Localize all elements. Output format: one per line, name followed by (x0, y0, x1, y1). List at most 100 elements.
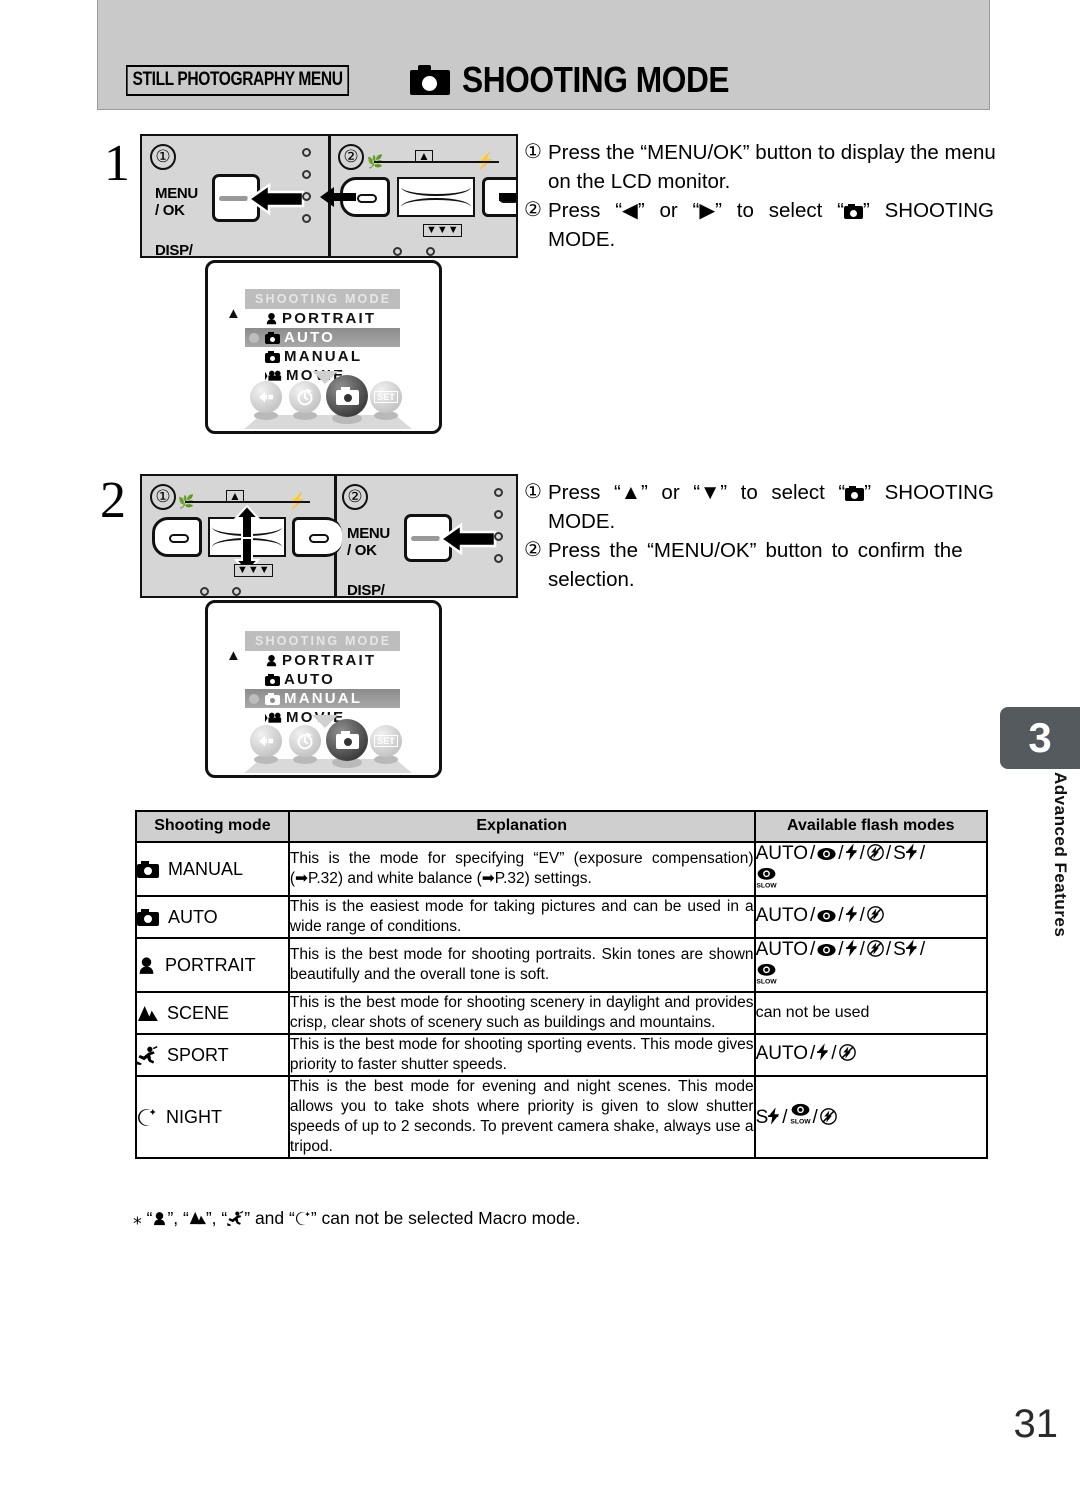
redeye-icon (817, 907, 836, 929)
footnote-text: can not be selected Macro mode. (321, 1208, 581, 1228)
shooting-mode-table: Shooting mode Explanation Available flas… (135, 810, 989, 1159)
page-number: 31 (1013, 1402, 1059, 1446)
left-arrow-indicator-step1 (247, 182, 305, 216)
lcd-up-arrow-step2: ▲ (226, 647, 241, 664)
mode-label: AUTO (168, 906, 218, 927)
right-select-button-step2[interactable] (292, 517, 342, 557)
asterisk-icon: ⁎ (133, 1208, 142, 1228)
mode-cell-sport: SPORT (135, 1033, 290, 1077)
set-icon: SET (374, 735, 398, 747)
lcd-menu-step2: SHOOTING MODE PORTRAIT AUTO MANUAL MOVIE (245, 631, 400, 727)
zoom-rocker-step1[interactable] (397, 177, 475, 217)
flash-off-icon (867, 906, 884, 929)
lcd-item-label: PORTRAIT (282, 310, 377, 327)
camera-illustration-step2: ① 🌿 ▲ ⚡ ▼▼▼ ② MENU / OK DISP/ (140, 474, 518, 598)
lcd-item-auto-step2[interactable]: AUTO (245, 670, 400, 689)
flash-cell-scene: can not be used (753, 991, 989, 1035)
lcd-up-arrow-step1: ▲ (226, 305, 241, 322)
flash-auto-label: AUTO (755, 905, 808, 926)
redeye-slow-icon: SLOW (756, 867, 986, 895)
bottom-dot-b-step1 (426, 247, 435, 256)
lcd-timer-button-step1[interactable] (289, 381, 321, 413)
slow-sync-icon: S (893, 939, 918, 960)
mode-cell-auto: AUTO (135, 895, 290, 939)
left-arrow-indicator-step2 (439, 522, 497, 556)
lcd-item-auto-step1[interactable]: AUTO (245, 328, 400, 347)
mode-cell-night: NIGHT (135, 1075, 290, 1159)
camera-icon (265, 331, 280, 344)
lcd-back-button-step1[interactable] (250, 381, 282, 413)
lcd-menu-title-step2: SHOOTING MODE (245, 631, 400, 651)
table-row: NIGHT This is the best mode for evening … (135, 1075, 989, 1159)
step1-instruction-1: ① Press the “MENU/OK” button to display … (524, 138, 996, 196)
lcd-menu-title-step1: SHOOTING MODE (245, 289, 400, 309)
disp-label-step1: DISP/ (155, 242, 193, 258)
flash-cell-night: S / SLOW / (753, 1075, 989, 1159)
lcd-item-manual-step2[interactable]: MANUAL (245, 689, 400, 708)
zoom-wide-icon-step1: ▼▼▼ (423, 224, 462, 237)
flash-cell-portrait: AUTO / / / / S / SLOW (753, 937, 989, 993)
redeye-icon (817, 845, 836, 867)
camera-icon (137, 860, 159, 878)
mode-cell-manual: MANUAL (135, 841, 290, 897)
step2-callout-1: ① (150, 484, 176, 510)
lcd-item-manual-step1[interactable]: MANUAL (245, 347, 400, 366)
flash-on-icon (817, 1043, 829, 1067)
lcd-item-label: PORTRAIT (282, 652, 377, 669)
step1-instruction-2: ② Press “◀” or “▶” to select “” SHOOTING MODE. (524, 196, 994, 254)
lcd-shooting-mode-button-step1[interactable] (326, 375, 368, 417)
step2-line-2b: selection. (548, 568, 635, 591)
timer-icon (297, 732, 313, 750)
lcd-timer-button-step2[interactable] (289, 725, 321, 757)
table-row: MANUAL This is the mode for specifying “… (135, 841, 989, 897)
header-shooting-mode: Shooting mode (135, 810, 290, 843)
camera-icon (410, 65, 451, 95)
lcd-item-portrait-step2[interactable]: PORTRAIT (245, 651, 400, 670)
step1-line-1a: Press the “MENU/OK” button to display th… (548, 141, 996, 164)
step1-line-2b: MODE. (548, 228, 616, 251)
disp-label-step2: DISP/ (347, 582, 385, 598)
lcd-set-button-step1[interactable]: SET (370, 381, 402, 413)
flash-off-icon (838, 1044, 856, 1067)
moon-icon (138, 1108, 156, 1126)
step2-instruction-1: ① Press “▲” or “▼” to select “” SHOOTING MODE. (524, 478, 994, 536)
camera-icon (335, 387, 359, 405)
flash-off-icon (867, 844, 884, 867)
step2-marker-2: ② (524, 539, 542, 561)
flash-auto-label: AUTO (755, 1043, 808, 1064)
step2-callout-2: ② (342, 484, 368, 510)
lcd-back-button-step2[interactable] (250, 725, 282, 757)
flash-auto-label: AUTO (755, 939, 808, 960)
lcd-item-portrait-step1[interactable]: PORTRAIT (245, 309, 400, 328)
svg-text:SLOW: SLOW (790, 1118, 811, 1125)
step1-callout-2: ② (338, 144, 364, 170)
mode-label: SPORT (167, 1044, 229, 1065)
set-icon: SET (374, 391, 398, 403)
step1-line-1b: on the LCD monitor. (548, 170, 731, 193)
mode-cell-portrait: PORTRAIT (135, 937, 290, 993)
lcd-bullet (249, 693, 259, 704)
portrait-icon (266, 312, 277, 325)
panel-line-step2 (185, 501, 310, 503)
flash-auto-label: AUTO (755, 843, 808, 864)
lcd-item-label: AUTO (284, 671, 336, 688)
moon-icon (295, 1211, 310, 1226)
portrait-icon (266, 654, 277, 667)
camera-icon (265, 673, 280, 686)
lcd-screen-step2: ▲ SHOOTING MODE PORTRAIT AUTO MANUAL MOV… (205, 600, 442, 778)
svg-text:SLOW: SLOW (756, 978, 777, 985)
mode-label: SCENE (167, 1002, 230, 1023)
step1-marker-1: ① (524, 141, 542, 163)
mode-label: NIGHT (166, 1106, 222, 1127)
lcd-set-button-step2[interactable]: SET (370, 725, 402, 757)
flash-on-icon (845, 843, 858, 867)
camera-illustration-step1: ① MENU / OK DISP/ ② 🌿 ▲ ⚡ ▼▼▼ (140, 134, 518, 258)
lcd-shooting-mode-button-step2[interactable] (326, 719, 368, 761)
lcd-screen-step1: ▲ SHOOTING MODE PORTRAIT AUTO MANUAL MOV… (205, 260, 442, 434)
table-row: AUTO This is the easiest mode for taking… (135, 895, 989, 939)
flash-cell-manual: AUTO / / / / S / SLOW (753, 841, 989, 897)
left-select-button-step2[interactable] (152, 517, 202, 557)
left-arrow-zoom-step1 (320, 187, 356, 207)
camera-dots-step2 (494, 488, 503, 576)
header-explanation: Explanation (287, 810, 756, 843)
